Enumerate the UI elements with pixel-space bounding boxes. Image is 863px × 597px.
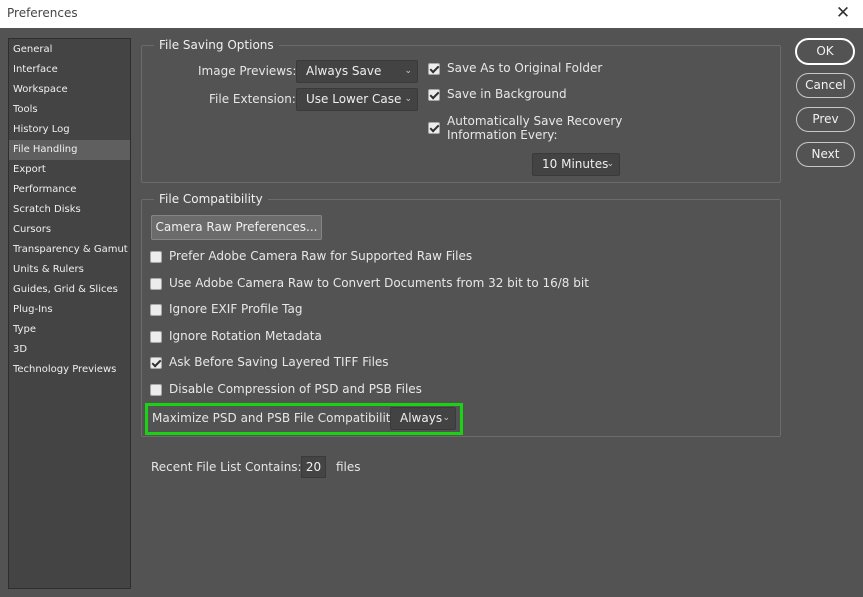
compat-option-label: Prefer Adobe Camera Raw for Supported Ra… bbox=[169, 249, 473, 263]
sidebar-item-scratch-disks[interactable]: Scratch Disks bbox=[9, 200, 130, 220]
sidebar-item-file-handling[interactable]: File Handling bbox=[9, 140, 130, 160]
auto-save-recovery-label-line2: Information Every: bbox=[447, 128, 558, 142]
save-as-original-label: Save As to Original Folder bbox=[447, 61, 603, 75]
sidebar-item-3d[interactable]: 3D bbox=[9, 340, 130, 360]
save-in-background-checkbox[interactable] bbox=[428, 89, 440, 101]
compat-option-label: Ask Before Saving Layered TIFF Files bbox=[169, 355, 389, 369]
auto-save-recovery-checkbox[interactable] bbox=[428, 122, 440, 134]
sidebar-item-cursors[interactable]: Cursors bbox=[9, 220, 130, 240]
chevron-down-icon: ⌄ bbox=[606, 159, 614, 169]
save-as-original-checkbox[interactable] bbox=[428, 63, 440, 75]
sidebar-item-workspace[interactable]: Workspace bbox=[9, 80, 130, 100]
image-previews-value: Always Save bbox=[306, 64, 382, 78]
maximize-compatibility-label: Maximize PSD and PSB File Compatibility: bbox=[152, 411, 401, 425]
close-icon[interactable]: ✕ bbox=[823, 0, 863, 28]
chevron-down-icon: ⌄ bbox=[404, 66, 412, 76]
compat-option-label: Use Adobe Camera Raw to Convert Document… bbox=[169, 276, 589, 290]
maximize-compatibility-value: Always bbox=[400, 411, 443, 425]
sidebar-item-history-log[interactable]: History Log bbox=[9, 120, 130, 140]
sidebar-item-technology-previews[interactable]: Technology Previews bbox=[9, 360, 130, 380]
compat-option-checkbox[interactable] bbox=[150, 304, 162, 316]
prev-button[interactable]: Prev bbox=[796, 107, 855, 132]
auto-save-interval-value: 10 Minutes bbox=[542, 157, 609, 171]
compat-option-label: Ignore EXIF Profile Tag bbox=[169, 302, 303, 316]
sidebar-item-guides-grid-slices[interactable]: Guides, Grid & Slices bbox=[9, 280, 130, 300]
maximize-compatibility-select[interactable]: Always ⌄ bbox=[390, 407, 456, 430]
compat-option-label: Disable Compression of PSD and PSB Files bbox=[169, 382, 422, 396]
window-title: Preferences bbox=[7, 6, 78, 20]
sidebar-item-general[interactable]: General bbox=[9, 40, 130, 60]
sidebar-item-plug-ins[interactable]: Plug-Ins bbox=[9, 300, 130, 320]
image-previews-select[interactable]: Always Save ⌄ bbox=[296, 60, 418, 83]
preferences-sidebar: General Interface Workspace Tools History Lo… bbox=[8, 38, 131, 589]
file-extension-value: Use Lower Case bbox=[306, 92, 402, 106]
sidebar-item-units-rulers[interactable]: Units & Rulers bbox=[9, 260, 130, 280]
auto-save-recovery-label-line1: Automatically Save Recovery bbox=[447, 114, 623, 128]
chevron-down-icon: ⌄ bbox=[442, 413, 450, 423]
compat-option-checkbox[interactable] bbox=[150, 384, 162, 396]
file-saving-options-legend: File Saving Options bbox=[154, 38, 279, 52]
sidebar-item-interface[interactable]: Interface bbox=[9, 60, 130, 80]
sidebar-item-performance[interactable]: Performance bbox=[9, 180, 130, 200]
file-extension-select[interactable]: Use Lower Case ⌄ bbox=[296, 88, 418, 111]
compat-option-checkbox[interactable] bbox=[150, 251, 162, 263]
auto-save-interval-select[interactable]: 10 Minutes ⌄ bbox=[532, 153, 620, 176]
chevron-down-icon: ⌄ bbox=[404, 94, 412, 104]
recent-file-list-label: Recent File List Contains: bbox=[151, 460, 302, 474]
camera-raw-preferences-button[interactable]: Camera Raw Preferences... bbox=[151, 215, 322, 240]
save-in-background-label: Save in Background bbox=[447, 87, 567, 101]
cancel-button[interactable]: Cancel bbox=[796, 73, 855, 98]
recent-file-suffix: files bbox=[336, 460, 361, 474]
sidebar-item-tools[interactable]: Tools bbox=[9, 100, 130, 120]
recent-file-count-input[interactable]: 20 bbox=[301, 456, 326, 478]
sidebar-item-export[interactable]: Export bbox=[9, 160, 130, 180]
image-previews-label: Image Previews: bbox=[198, 64, 297, 78]
sidebar-item-type[interactable]: Type bbox=[9, 320, 130, 340]
compat-option-checkbox[interactable] bbox=[150, 331, 162, 343]
ok-button[interactable]: OK bbox=[795, 38, 855, 65]
title-bar: Preferences ✕ bbox=[0, 0, 863, 28]
next-button[interactable]: Next bbox=[796, 142, 855, 167]
file-extension-label: File Extension: bbox=[209, 92, 296, 106]
compat-option-label: Ignore Rotation Metadata bbox=[169, 329, 322, 343]
file-compatibility-legend: File Compatibility bbox=[154, 192, 268, 206]
sidebar-item-transparency-gamut[interactable]: Transparency & Gamut bbox=[9, 240, 130, 260]
compat-option-checkbox[interactable] bbox=[150, 278, 162, 290]
compat-option-checkbox[interactable] bbox=[150, 357, 162, 369]
